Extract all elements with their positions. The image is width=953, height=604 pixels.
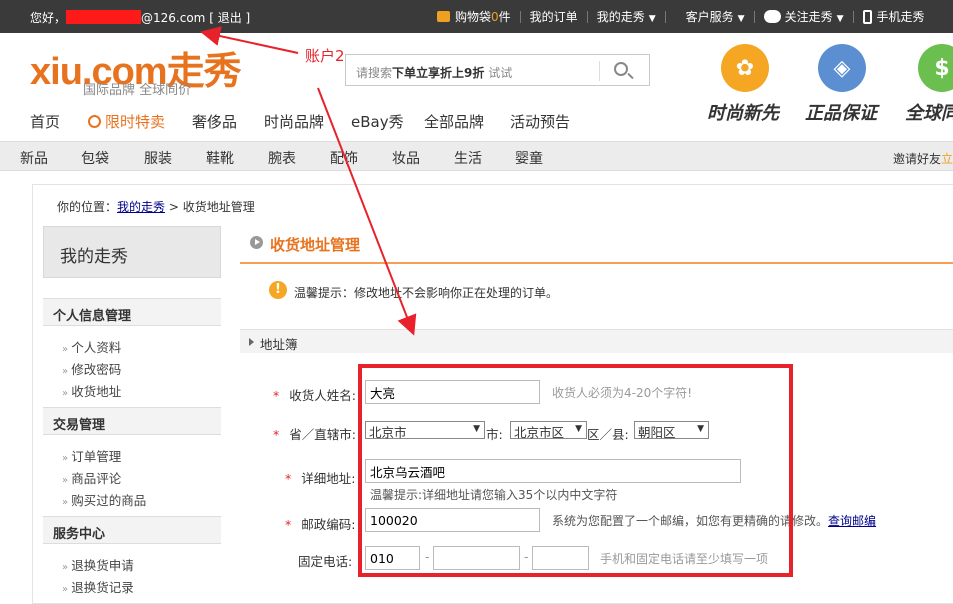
tip-text: 温馨提示：修改地址不会影响你正在处理的订单。 <box>294 286 559 300</box>
play-icon <box>250 236 263 249</box>
city-label: 市: <box>486 427 503 442</box>
sidebar-item-returns[interactable]: 退换货申请 <box>62 555 134 574</box>
recipient-name-field[interactable] <box>365 380 540 404</box>
sidebar-item-reviews[interactable]: 商品评论 <box>62 468 121 487</box>
shopping-bag-icon <box>437 11 450 22</box>
sidebar-item-return-records[interactable]: 退换货记录 <box>62 577 134 596</box>
chevron-down-icon: ▼ <box>648 14 656 24</box>
region-label: * 省／直辖市: <box>273 427 356 442</box>
phone-number-field[interactable] <box>433 546 520 570</box>
address-field[interactable] <box>365 459 741 483</box>
sidebar-item-orders[interactable]: 订单管理 <box>62 446 121 465</box>
dash: - <box>524 549 529 564</box>
breadcrumb-link[interactable]: 我的走秀 <box>117 200 165 214</box>
mobile-phone-icon <box>862 9 872 24</box>
my-orders-link[interactable]: 我的订单 <box>530 8 578 25</box>
province-select[interactable]: 北京市 <box>365 421 485 440</box>
mobile-link[interactable]: 手机走秀 <box>877 8 925 25</box>
sidebar-item-profile[interactable]: 个人资料 <box>62 337 121 356</box>
customer-service-menu[interactable]: 客户服务 ▼ <box>686 8 745 25</box>
badge-label: 时尚新先 <box>707 103 779 124</box>
badge-label: 正品保证 <box>805 103 877 124</box>
nav-flash-sale[interactable]: 限时特卖 <box>88 111 165 132</box>
phone-label: 固定电话: <box>298 554 353 569</box>
phone-area-field[interactable] <box>365 546 420 570</box>
city-select[interactable]: 北京市区 <box>510 421 587 440</box>
fashion-badge-icon: ✿ <box>721 44 769 92</box>
zip-lookup-link[interactable]: 查询邮编 <box>828 514 876 528</box>
top-bar: 您好， @126.com [ 退出 ] 购物袋0件 我的订单 我的走秀 ▼ 客户服务… <box>0 0 953 33</box>
category-item[interactable]: 配饰 <box>330 148 358 168</box>
dash: - <box>425 549 430 564</box>
slogan: 国际品牌 全球同价 <box>83 83 192 98</box>
sidebar-section: 交易管理 <box>43 407 221 435</box>
follow-menu[interactable]: 关注走秀 ▼ <box>785 8 844 25</box>
global-price-icon: $ <box>918 44 953 92</box>
district-label: 区／县: <box>587 427 629 442</box>
clock-icon <box>88 115 101 128</box>
invite-friends-link[interactable]: 邀请好友立 <box>893 150 953 167</box>
search-placeholder: 请搜索下单立享折上9折 试试 <box>356 66 513 80</box>
annotation-label: 账户2 <box>305 47 345 65</box>
redacted-email <box>66 10 142 24</box>
divider <box>240 262 953 264</box>
user-greeting: 您好， @126.com [ 退出 ] <box>30 10 251 25</box>
phone-ext-field[interactable] <box>532 546 589 570</box>
category-item[interactable]: 腕表 <box>268 148 296 168</box>
shield-icon: ◈ <box>818 44 866 92</box>
chevron-down-icon: ▼ <box>737 14 745 24</box>
nav-fashion-brands[interactable]: 时尚品牌 <box>264 111 324 132</box>
wechat-icon <box>763 10 781 23</box>
my-xiu-menu[interactable]: 我的走秀 ▼ <box>597 8 656 25</box>
category-item[interactable]: 新品 <box>20 148 48 168</box>
nav-all-brands[interactable]: 全部品牌 <box>424 111 484 132</box>
warning-icon: ! <box>269 281 287 299</box>
breadcrumb: 你的位置：我的走秀 > 收货地址管理 <box>57 200 255 214</box>
sidebar-section: 服务中心 <box>43 516 221 544</box>
category-item[interactable]: 包袋 <box>81 148 109 168</box>
nav-home[interactable]: 首页 <box>30 111 60 132</box>
address-book-toggle[interactable]: 地址簿 <box>240 329 953 353</box>
nav-ebay[interactable]: eBay秀 <box>351 111 404 132</box>
category-item[interactable]: 妆品 <box>392 148 420 168</box>
category-item[interactable]: 婴童 <box>515 148 543 168</box>
nav-preview[interactable]: 活动预告 <box>510 111 570 132</box>
category-item[interactable]: 鞋靴 <box>206 148 234 168</box>
category-item[interactable]: 服装 <box>144 148 172 168</box>
cart-link[interactable]: 购物袋0件 <box>455 8 511 25</box>
nav-luxury[interactable]: 奢侈品 <box>192 111 237 132</box>
sidebar-item-password[interactable]: 修改密码 <box>62 359 121 378</box>
zip-hint: 系统为您配置了一个邮编，如您有更精确的请修改。查询邮编 <box>552 514 877 528</box>
category-item[interactable]: 生活 <box>454 148 482 168</box>
name-hint: 收货人必须为4-20个字符! <box>552 386 693 400</box>
caret-right-icon <box>249 338 254 346</box>
address-hint: 温馨提示:详细地址请您输入35个以内中文字符 <box>370 488 618 502</box>
search-icon[interactable] <box>614 62 628 76</box>
district-select[interactable]: 朝阳区 <box>634 421 709 440</box>
address-label: * 详细地址: <box>285 471 356 486</box>
sidebar-item-purchased[interactable]: 购买过的商品 <box>62 490 146 509</box>
sidebar-item-address[interactable]: 收货地址 <box>62 381 121 400</box>
page-title: 收货地址管理 <box>270 236 361 254</box>
sidebar-title: 我的走秀 <box>43 226 221 278</box>
logout-link[interactable]: [ 退出 ] <box>209 11 250 25</box>
zip-field[interactable] <box>365 508 540 532</box>
name-label: * 收货人姓名: <box>273 388 356 403</box>
category-bar: 新品 包袋 服装 鞋靴 腕表 配饰 妆品 生活 婴童 邀请好友立 <box>0 141 953 171</box>
sidebar-section: 个人信息管理 <box>43 298 221 326</box>
zip-label: * 邮政编码: <box>285 517 356 532</box>
phone-hint: 手机和固定电话请至少填写一项 <box>600 552 769 566</box>
chevron-down-icon: ▼ <box>836 14 844 24</box>
badge-label: 全球同 <box>905 103 953 124</box>
search-input[interactable]: 请搜索下单立享折上9折 试试 <box>345 54 650 86</box>
